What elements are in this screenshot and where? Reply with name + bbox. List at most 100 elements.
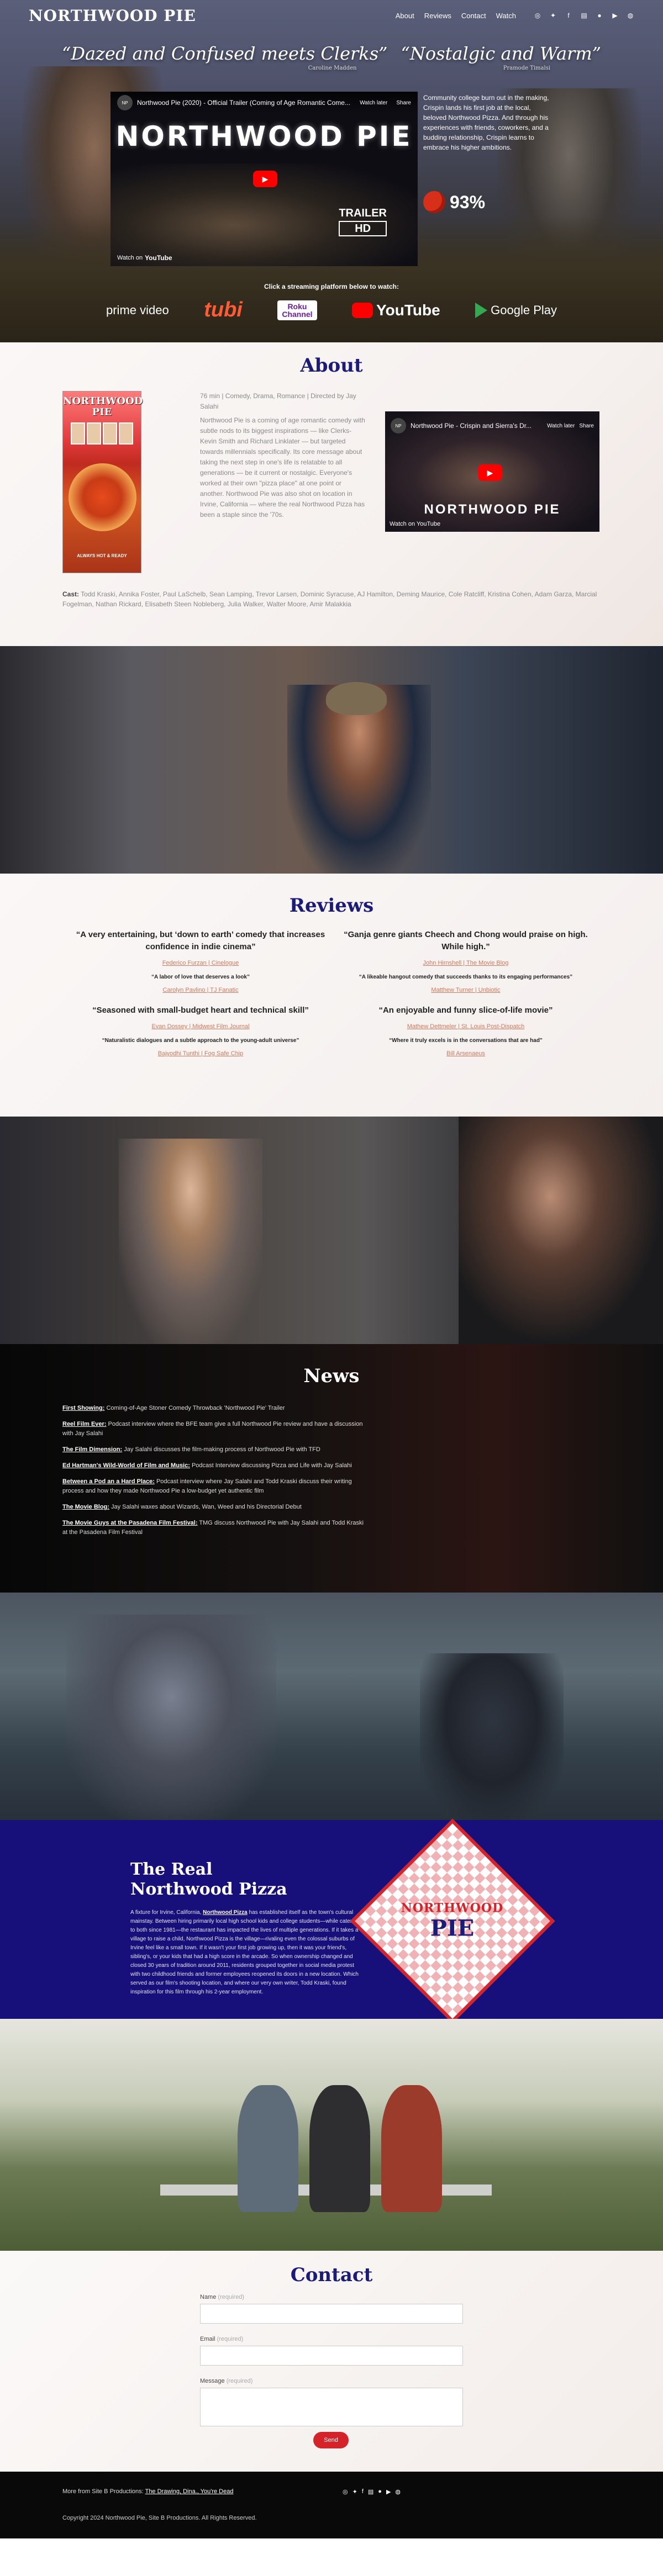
real-text-intro: A fixture for Irvine, California, xyxy=(130,1909,203,1916)
review-headline: “Ganja genre giants Cheech and Chong wou… xyxy=(344,930,588,951)
cast-list: Cast: Todd Kraski, Annika Foster, Paul L… xyxy=(62,589,601,609)
roku-channel-link[interactable]: Roku Channel xyxy=(277,300,317,320)
hero-quote-2-text: “Nostalgic and Warm” xyxy=(401,43,602,64)
nav-reviews[interactable]: Reviews xyxy=(424,12,451,20)
message-field[interactable] xyxy=(200,2388,463,2426)
letterboxd-icon[interactable]: ● xyxy=(378,2488,382,2495)
imdb-icon[interactable]: ▤ xyxy=(368,2488,373,2495)
news-link[interactable]: The Movie Blog: xyxy=(62,1504,109,1510)
google-play-icon xyxy=(475,302,488,318)
real-heading-line-1: The Real xyxy=(130,1860,213,1879)
site-logo[interactable]: NORTHWOOD PIE xyxy=(29,7,196,25)
nav-contact[interactable]: Contact xyxy=(461,12,486,20)
northwood-pizza-link[interactable]: Northwood Pizza xyxy=(203,1909,248,1916)
streaming-platforms: prime video tubi Roku Channel YouTube Go… xyxy=(106,298,557,322)
review-source-link[interactable]: Mathew Dettmeler | St. Louis Post-Dispat… xyxy=(336,1023,596,1030)
message-label-text: Message xyxy=(200,2378,225,2384)
news-item: Ed Hartman's Wild-World of Film and Musi… xyxy=(62,1461,366,1471)
channel-avatar[interactable]: NP xyxy=(391,418,406,433)
news-item: The Movie Blog: Jay Salahi waxes about W… xyxy=(62,1503,366,1512)
review-source-link[interactable]: Evan Dossey | Midwest Film Journal xyxy=(71,1023,330,1030)
news-link[interactable]: The Film Dimension: xyxy=(62,1446,122,1453)
prime-video-link[interactable]: prime video xyxy=(106,303,169,318)
hero-quotes: “Dazed and Confused meets Clerks” Caroli… xyxy=(0,43,663,71)
play-icon[interactable]: ▶ xyxy=(253,171,277,187)
nav-about[interactable]: About xyxy=(396,12,414,20)
news-link[interactable]: First Showing: xyxy=(62,1405,104,1411)
footer-more-from: More from Site B Productions: The Drawin… xyxy=(62,2488,233,2495)
google-play-link[interactable]: Google Play xyxy=(475,302,557,318)
instagram-icon[interactable]: ◎ xyxy=(343,2488,348,2495)
tubi-link[interactable]: tubi xyxy=(204,298,243,322)
still-actor-gesturing xyxy=(66,1615,276,1820)
about-body: Northwood Pie is a coming of age romanti… xyxy=(200,416,365,519)
channel-avatar[interactable]: NP xyxy=(117,95,133,110)
review-source-link[interactable]: Bill Arsenaeus xyxy=(336,1050,596,1057)
watch-on-youtube-link[interactable]: Watch on YouTube xyxy=(117,254,172,262)
twitter-icon[interactable]: ✦ xyxy=(549,12,557,19)
facebook-icon[interactable]: f xyxy=(565,12,572,19)
cast-label: Cast: xyxy=(62,590,80,598)
streaming-label: Click a streaming platform below to watc… xyxy=(264,283,399,290)
watch-later-button[interactable]: Watch later xyxy=(360,100,387,106)
footer-more-link[interactable]: The Drawing, Dina., You're Dead xyxy=(145,2488,234,2495)
email-field[interactable] xyxy=(200,2346,463,2366)
share-button[interactable]: Share xyxy=(579,423,594,429)
name-field[interactable] xyxy=(200,2304,463,2324)
youtube-link[interactable]: YouTube xyxy=(352,301,440,319)
globe-icon[interactable]: ◍ xyxy=(395,2488,401,2495)
clip-title[interactable]: Northwood Pie - Crispin and Sierra's Dr.… xyxy=(411,422,532,430)
site-footer: More from Site B Productions: The Drawin… xyxy=(0,2472,663,2538)
about-heading: About xyxy=(300,355,363,377)
trailer-actions: Watch later Share xyxy=(360,100,411,106)
still-photo-lake xyxy=(0,1593,663,1820)
play-icon[interactable]: ▶ xyxy=(478,464,502,481)
send-button[interactable]: Send xyxy=(313,2432,349,2448)
watch-later-button[interactable]: Watch later xyxy=(547,423,575,429)
review-source-link[interactable]: Carolyn Pavlino | TJ Fanatic xyxy=(71,987,330,993)
instagram-icon[interactable]: ◎ xyxy=(534,12,541,19)
watch-on-youtube-link[interactable]: Watch on YouTube xyxy=(390,521,440,527)
review-source-link[interactable]: John Hirnshell | The Movie Blog xyxy=(336,960,596,966)
facebook-icon[interactable]: f xyxy=(362,2488,364,2495)
imdb-icon[interactable]: ▤ xyxy=(580,12,588,19)
news-link[interactable]: Between a Pod an a Hard Place: xyxy=(62,1478,155,1485)
trailer-title[interactable]: Northwood Pie (2020) - Official Trailer … xyxy=(137,99,350,107)
review-headline: “An enjoyable and funny slice-of-life mo… xyxy=(378,1006,553,1015)
clip-video-player[interactable]: NP Northwood Pie - Crispin and Sierra's … xyxy=(385,411,599,532)
reviews-heading: Reviews xyxy=(289,895,374,917)
news-link[interactable]: Ed Hartman's Wild-World of Film and Musi… xyxy=(62,1462,190,1469)
youtube-icon[interactable]: ▶ xyxy=(386,2488,391,2495)
cast-names: Todd Kraski, Annika Foster, Paul LaSchel… xyxy=(62,590,597,608)
trailer-video-player[interactable]: NP Northwood Pie (2020) - Official Trail… xyxy=(110,92,418,266)
share-button[interactable]: Share xyxy=(396,100,411,106)
review-source-link[interactable]: Bajyodhi Tunthi | Fog Safe Chip xyxy=(71,1050,330,1057)
required-marker: (required) xyxy=(226,2378,253,2384)
hero-quote-1-text: “Dazed and Confused meets Clerks” xyxy=(61,43,388,64)
real-northwood-text: A fixture for Irvine, California, Northw… xyxy=(130,1908,365,1997)
about-section: About NORTHWOOD PIE ALWAYS HOT & READY 7… xyxy=(0,342,663,646)
review-source-link[interactable]: Matthew Turner | Unbiotic xyxy=(336,987,596,993)
news-text: Jay Salahi discusses the film-making pro… xyxy=(122,1446,320,1453)
news-link[interactable]: Reel Film Ever: xyxy=(62,1421,106,1427)
nav-watch[interactable]: Watch xyxy=(496,12,516,20)
footer-social-icons: ◎ ✦ f ▤ ● ▶ ◍ xyxy=(343,2488,401,2495)
twitter-icon[interactable]: ✦ xyxy=(352,2488,357,2495)
letterboxd-icon[interactable]: ● xyxy=(596,12,603,19)
review-source-link[interactable]: Federico Furzan | Cinelogue xyxy=(71,960,330,966)
hero-synopsis: Community college burn out in the making… xyxy=(423,94,549,151)
real-northwood-section: The Real Northwood Pizza A fixture for I… xyxy=(0,1818,663,2024)
review-headline: “Seasoned with small-budget heart and te… xyxy=(92,1006,309,1015)
still-actor-beanie xyxy=(326,682,387,715)
news-link[interactable]: The Movie Guys at the Pasadena Film Fest… xyxy=(62,1520,198,1526)
real-northwood-heading: The Real Northwood Pizza xyxy=(130,1860,287,1900)
still-actor-1 xyxy=(238,2085,298,2212)
review-quote: “Naturalistic dialogues and a subtle app… xyxy=(102,1038,299,1044)
youtube-icon[interactable]: ▶ xyxy=(611,12,619,19)
globe-icon[interactable]: ◍ xyxy=(627,12,634,19)
footer-copyright: Copyright 2024 Northwood Pie, Site B Pro… xyxy=(62,2515,257,2521)
poster-tagline: ALWAYS HOT & READY xyxy=(77,553,127,558)
still-actor-2 xyxy=(309,2085,370,2212)
news-item: Reel Film Ever: Podcast interview where … xyxy=(62,1420,366,1438)
watch-on-label: Watch on xyxy=(117,255,143,261)
